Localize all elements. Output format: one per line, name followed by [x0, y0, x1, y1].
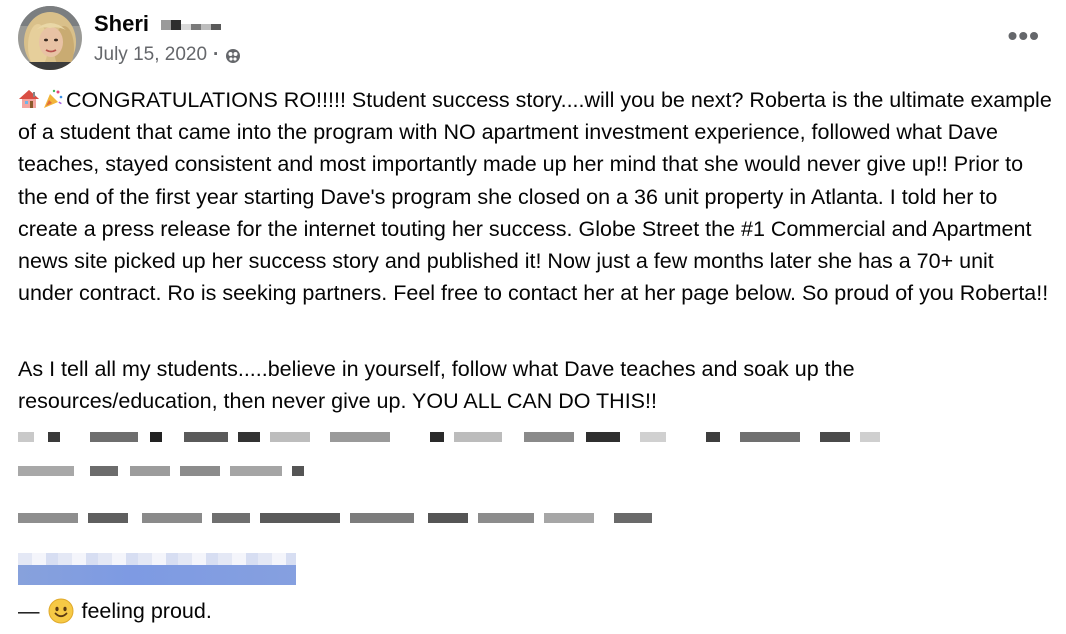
post-paragraph-2: As I tell all my students.....believe in… [18, 357, 855, 414]
redacted-line [18, 466, 304, 486]
redacted-link-shadow [18, 553, 296, 565]
post-meta: July 15, 2020 · [94, 43, 241, 67]
redacted-line [18, 513, 652, 533]
author-first-name[interactable]: Sheri [94, 10, 149, 38]
avatar[interactable] [18, 6, 82, 70]
more-options-button[interactable]: ••• [1008, 22, 1040, 50]
post-paragraph-1: CONGRATULATIONS RO!!!!! Student success … [18, 84, 1053, 309]
lead-emojis [18, 88, 64, 110]
party-popper-icon [44, 89, 63, 108]
paragraph-1-text: CONGRATULATIONS RO!!!!! Student success … [18, 88, 1052, 306]
profile-photo [18, 6, 82, 70]
feeling-dash: — [18, 599, 40, 623]
feeling-line: — feeling proud. [18, 596, 212, 626]
author-name[interactable]: Sheri [94, 10, 222, 38]
feeling-text: feeling proud. [81, 599, 212, 623]
smiling-face-icon [48, 598, 73, 624]
post-date[interactable]: July 15, 2020 [94, 43, 207, 67]
redacted-link[interactable] [18, 565, 296, 585]
house-icon [19, 90, 39, 108]
redacted-surname [161, 20, 222, 30]
redacted-line [18, 432, 880, 452]
globe-icon[interactable] [225, 48, 241, 64]
meta-separator: · [213, 44, 220, 65]
facebook-post: Sheri July 15, 2020 · ••• CONGRATULATION… [0, 0, 1066, 634]
